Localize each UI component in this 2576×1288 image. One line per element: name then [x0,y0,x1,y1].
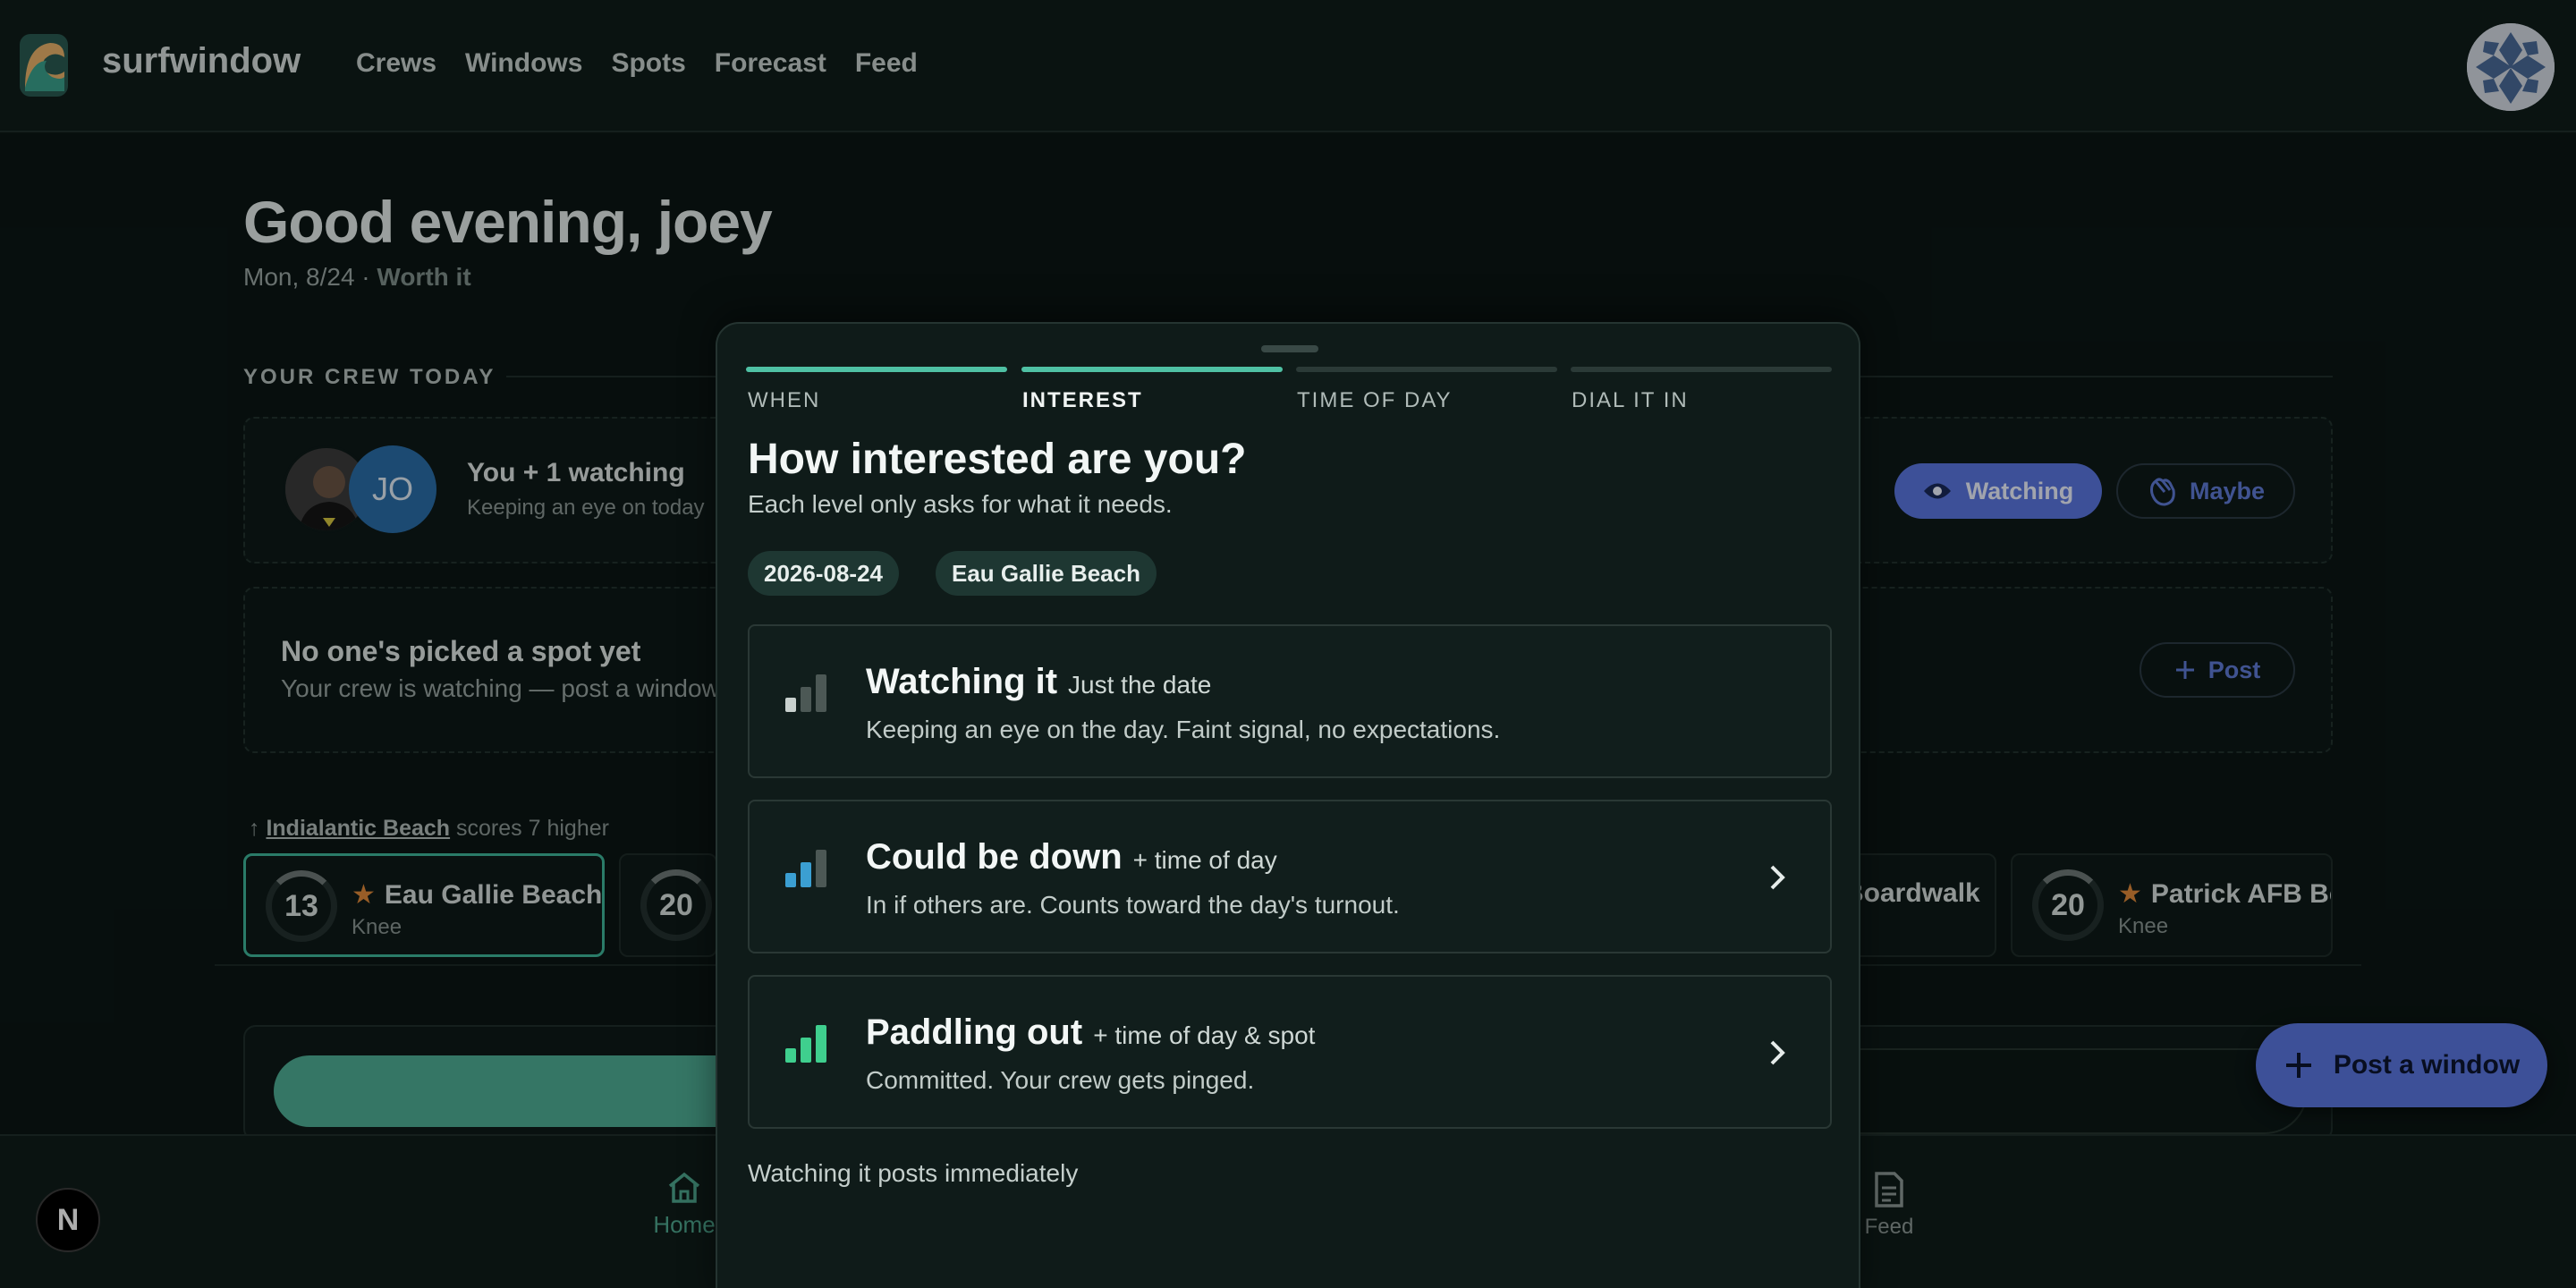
step-when[interactable]: WHEN [748,388,820,413]
option-title: Could be down + time of day [866,837,1277,877]
drag-handle[interactable] [1261,345,1318,352]
option-watching-it[interactable]: Watching it Just the date Keeping an eye … [748,624,1832,778]
option-extra: + time of day & spot [1093,1021,1316,1049]
chevron-right-icon [1770,1040,1785,1065]
option-title-text: Paddling out [866,1013,1083,1052]
step-time-of-day[interactable]: TIME OF DAY [1297,388,1453,413]
option-paddling-out[interactable]: Paddling out + time of day & spot Committ… [748,975,1832,1129]
step-progress-dial-it-in [1571,367,1832,372]
step-progress-time-of-day [1296,367,1557,372]
interest-bottom-sheet: WHEN INTEREST TIME OF DAY DIAL IT IN How… [716,322,1860,1288]
step-progress-when [746,367,1007,372]
signal-weak-icon [785,673,832,712]
option-could-be-down[interactable]: Could be down + time of day In if others … [748,800,1832,953]
sheet-title: How interested are you? [748,436,1247,483]
option-extra: Just the date [1068,671,1212,699]
sheet-footnote: Watching it posts immediately [748,1159,1079,1187]
option-description: Keeping an eye on the day. Faint signal,… [866,716,1501,743]
spot-tag: Eau Gallie Beach [936,551,1157,596]
option-extra: + time of day [1132,846,1277,874]
signal-strong-icon [785,1023,832,1063]
option-title-text: Watching it [866,662,1058,701]
step-progress-interest [1021,367,1283,372]
option-description: In if others are. Counts toward the day'… [866,891,1400,919]
chevron-right-icon [1770,865,1785,890]
signal-medium-icon [785,848,832,887]
option-title: Paddling out + time of day & spot [866,1013,1315,1053]
step-interest[interactable]: INTEREST [1022,388,1143,413]
sheet-subtitle: Each level only asks for what it needs. [748,490,1173,518]
option-title-text: Could be down [866,837,1123,877]
option-title: Watching it Just the date [866,662,1211,702]
option-description: Committed. Your crew gets pinged. [866,1066,1255,1094]
step-dial-it-in[interactable]: DIAL IT IN [1572,388,1689,413]
date-tag: 2026-08-24 [748,551,899,596]
